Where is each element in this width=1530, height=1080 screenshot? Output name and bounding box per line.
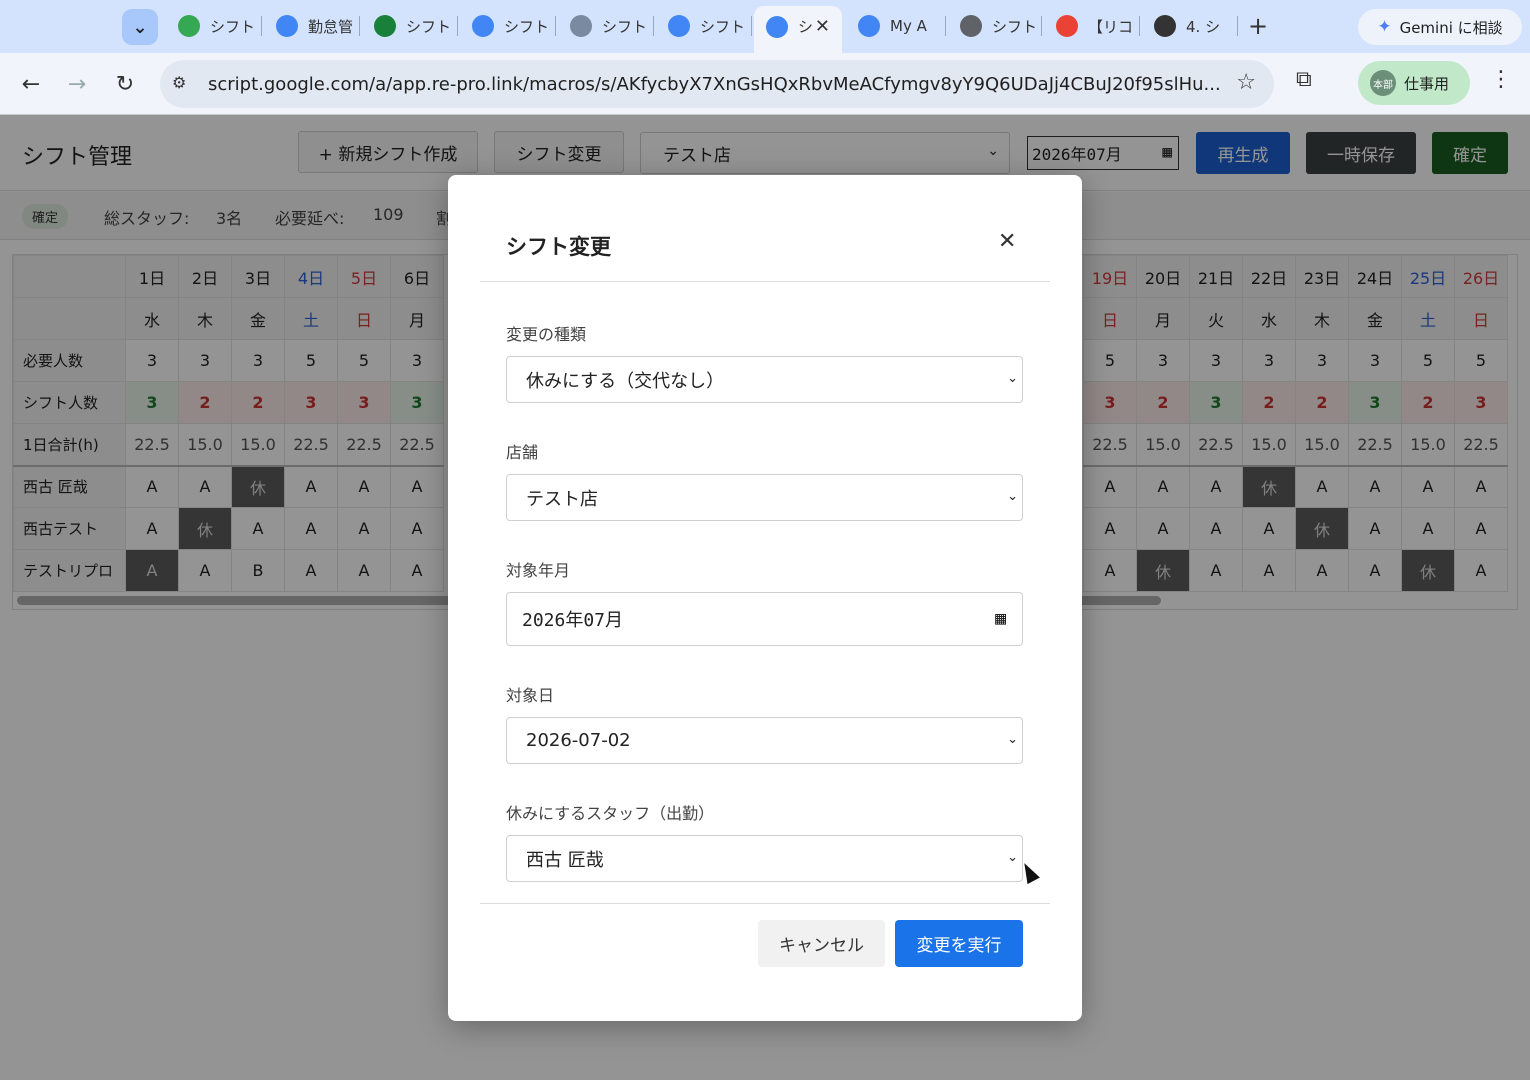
browser-tab[interactable]: 4. シ (1142, 6, 1238, 46)
tab-label: シ (798, 18, 814, 36)
browser-tab[interactable]: My A (846, 6, 946, 46)
target-month-input[interactable]: 2026年07月 ▦ (506, 592, 1023, 646)
tab-separator (457, 16, 458, 36)
shift-change-modal: シフト変更 ✕ 変更の種類 休みにする（交代なし） ⌄ 店舗 テスト店 ⌄ 対象… (448, 175, 1082, 1021)
apps-script-icon (766, 15, 788, 38)
target-day-label: 対象日 (506, 686, 555, 705)
chevron-down-icon: ⌄ (1007, 489, 1018, 504)
target-day-value: 2026-07-02 (526, 730, 631, 751)
reload-icon[interactable]: ↻ (108, 67, 142, 101)
tab-label: シフト (700, 17, 746, 36)
browser-tab[interactable]: シフト (558, 6, 654, 46)
tab-separator (653, 16, 654, 36)
tab-separator (945, 16, 946, 36)
apps-script-icon (276, 15, 298, 37)
gemini-star-icon: ✦ (1377, 17, 1392, 37)
target-month-label: 対象年月 (506, 561, 571, 580)
chevron-down-icon: ⌄ (1007, 732, 1018, 747)
modal-header-divider (480, 281, 1050, 282)
site-settings-icon[interactable]: ⚙ (172, 73, 194, 95)
tab-separator (751, 16, 752, 36)
cart-icon (570, 15, 592, 37)
address-bar[interactable]: ⚙ script.google.com/a/app.re-pro.link/ma… (160, 60, 1274, 108)
profile-button[interactable]: 本部 仕事用 (1358, 61, 1470, 105)
browser-tab[interactable]: シフト (166, 6, 262, 46)
change-type-value: 休みにする（交代なし） (526, 370, 725, 392)
modal-store-select[interactable]: テスト店 ⌄ (506, 474, 1023, 521)
tab-close-icon[interactable]: ✕ (815, 16, 830, 37)
tab-separator (555, 16, 556, 36)
profile-label: 仕事用 (1404, 74, 1450, 93)
gemini-button[interactable]: ✦ Gemini に相談 (1358, 9, 1522, 45)
tab-label: シフト (602, 17, 648, 36)
change-type-label: 変更の種類 (506, 325, 587, 344)
browser-tab[interactable]: シフト (362, 6, 458, 46)
tab-separator (261, 16, 262, 36)
browser-tab[interactable]: シフト (656, 6, 752, 46)
execute-change-button[interactable]: 変更を実行 (895, 920, 1023, 967)
tab-label: シフト (210, 17, 256, 36)
forms-icon (858, 15, 880, 37)
chevron-down-icon: ⌄ (1007, 371, 1018, 386)
tab-label: シフト (504, 17, 550, 36)
calendar-icon[interactable]: ▦ (995, 608, 1006, 629)
tab-label: シフト (406, 17, 452, 36)
forms-icon (472, 15, 494, 37)
tab-label: シフト (992, 17, 1038, 36)
gemini-label: Gemini に相談 (1399, 18, 1503, 37)
tab-label: 勤怠管 (308, 17, 354, 36)
browser-tab[interactable]: シフト (460, 6, 556, 46)
browser-tab[interactable]: シ ✕ (754, 6, 842, 53)
chevron-down-icon: ⌄ (1007, 850, 1018, 865)
change-type-select[interactable]: 休みにする（交代なし） ⌄ (506, 356, 1023, 403)
target-day-select[interactable]: 2026-07-02 ⌄ (506, 717, 1023, 764)
tab-label: 4. シ (1186, 17, 1221, 36)
tab-separator (359, 16, 360, 36)
avatar: 本部 (1370, 70, 1396, 96)
cancel-button[interactable]: キャンセル (758, 920, 885, 967)
browser-tab-strip: ⌄ シフト 勤怠管 シフト シフト シフト シフトシ ✕ My A シフト 【リコ 4. シ + ✦… (0, 0, 1530, 53)
gmail-icon (1056, 15, 1078, 37)
globe-icon (960, 15, 982, 37)
browser-menu-icon[interactable]: ⋮ (1490, 67, 1512, 92)
browser-tab[interactable]: 勤怠管 (264, 6, 360, 46)
apps-script-icon (668, 15, 690, 37)
staff-label: 休みにするスタッフ（出勤） (506, 804, 715, 823)
store-label: 店舗 (506, 443, 539, 462)
sheets-icon (374, 15, 396, 37)
tab-separator (1237, 16, 1238, 36)
modal-footer-divider (480, 903, 1050, 904)
extensions-puzzle-icon[interactable]: ⧉ (1296, 67, 1312, 92)
staff-select-value: 西古 匠哉 (526, 849, 604, 871)
tab-search-chevron-icon[interactable]: ⌄ (122, 9, 158, 45)
staff-select[interactable]: 西古 匠哉 ⌄ (506, 835, 1023, 882)
target-month-value: 2026年07月 (522, 610, 624, 631)
modal-title: シフト変更 (506, 235, 611, 259)
notion-icon (1154, 15, 1176, 37)
tab-label: 【リコ (1088, 17, 1134, 36)
back-arrow-icon[interactable]: ← (14, 67, 48, 101)
forward-arrow-icon[interactable]: → (60, 67, 94, 101)
google-drive-icon (178, 15, 200, 37)
tab-label: My A (890, 17, 927, 35)
browser-tab[interactable]: シフト (948, 6, 1042, 46)
tab-separator (1041, 16, 1042, 36)
tab-separator (1139, 16, 1140, 36)
new-tab-plus-icon[interactable]: + (1248, 12, 1268, 40)
browser-toolbar: ← → ↻ ⚙ script.google.com/a/app.re-pro.l… (0, 53, 1530, 115)
bookmark-star-icon[interactable]: ☆ (1236, 70, 1256, 95)
browser-tab[interactable]: 【リコ (1044, 6, 1140, 46)
modal-store-value: テスト店 (526, 488, 598, 510)
url-text: script.google.com/a/app.re-pro.link/macr… (208, 73, 1221, 95)
close-icon[interactable]: ✕ (998, 229, 1016, 254)
